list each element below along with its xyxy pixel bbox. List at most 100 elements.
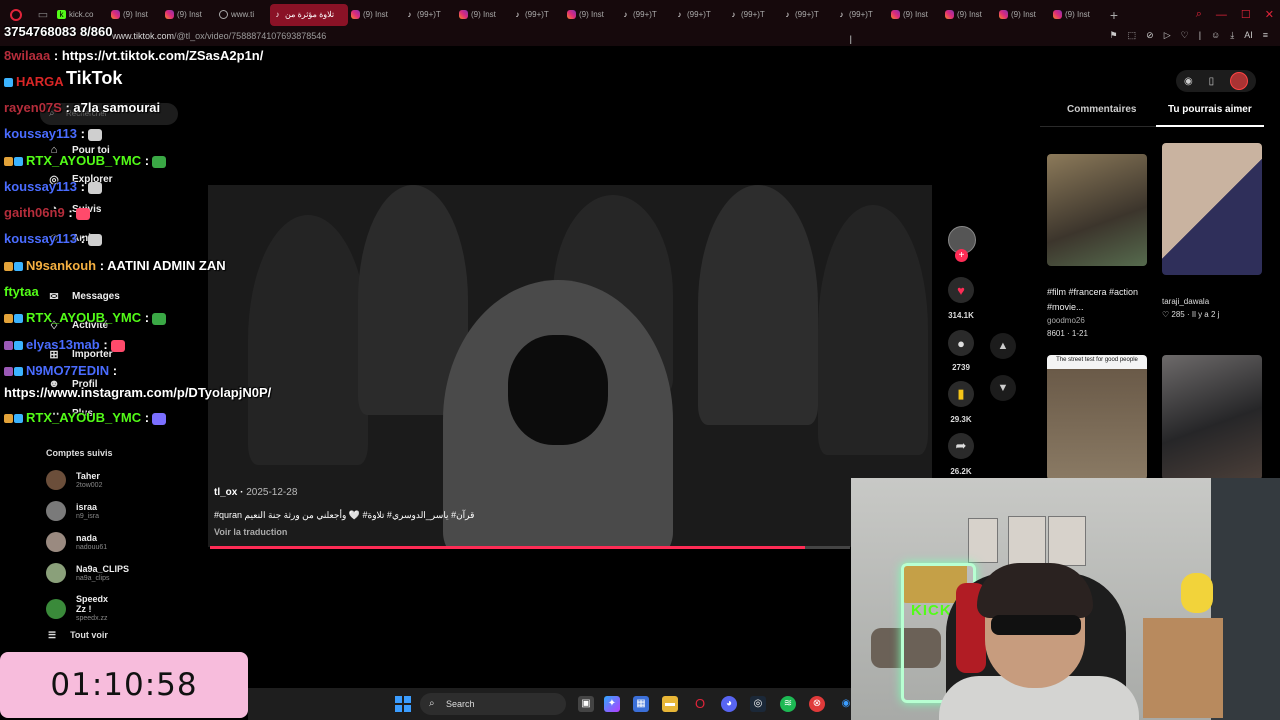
browser-tab[interactable]: ♪ (99+)T <box>618 4 672 26</box>
see-all-button[interactable]: ☰ Tout voir <box>48 630 108 641</box>
instagram-icon <box>1053 10 1062 19</box>
browser-tab[interactable]: ♪ (99+)T <box>834 4 888 26</box>
discord-icon[interactable]: ◕ <box>721 696 737 712</box>
chat-username[interactable]: RTX_AYOUB_YMC <box>26 153 141 168</box>
tab-suggested[interactable]: Tu pourrais aimer <box>1168 104 1252 115</box>
chevron-down-icon[interactable]: ▼ <box>990 375 1016 401</box>
new-tab-button[interactable]: + <box>1104 7 1124 23</box>
tiktok-logo[interactable]: TikTok <box>66 68 122 89</box>
browser-tab[interactable]: (9) Inst <box>108 4 162 26</box>
browser-tab[interactable]: (9) Inst <box>942 4 996 26</box>
recommended-thumbnail[interactable] <box>1162 355 1262 480</box>
spotify-icon[interactable]: ≋ <box>780 696 796 712</box>
comment-icon[interactable]: ● <box>948 330 974 356</box>
coins-icon[interactable]: ◉ <box>1184 76 1193 87</box>
tab-comments[interactable]: Commentaires <box>1067 104 1136 115</box>
steam-icon[interactable]: ◎ <box>750 696 766 712</box>
video-figure <box>698 185 818 425</box>
browser-tab[interactable]: k kick.co <box>54 4 108 26</box>
recommended-title[interactable]: #film #francera #action #movie... <box>1047 285 1143 315</box>
following-account[interactable]: Na9a_CLIPS na9a_clips <box>46 563 129 583</box>
chat-username[interactable]: 8wilaaa <box>4 48 50 63</box>
chat-username[interactable]: HARGA <box>16 74 64 89</box>
copilot-icon[interactable]: ✦ <box>604 696 620 712</box>
snapshot-icon[interactable]: ⬚ <box>1128 30 1137 41</box>
chat-username[interactable]: gaith06n9 <box>4 205 65 220</box>
following-account[interactable]: israa n9_isra <box>46 501 99 521</box>
opera-icon[interactable]: O <box>692 696 708 712</box>
browser-tab[interactable]: (9) Inst <box>456 4 510 26</box>
store-icon[interactable]: ▦ <box>633 696 649 712</box>
browser-tab-label: (99+)T <box>687 10 711 19</box>
chevron-up-icon[interactable]: ▲ <box>990 333 1016 359</box>
file-explorer-icon[interactable]: ▬ <box>662 696 678 712</box>
recommended-thumbnail[interactable] <box>1047 154 1147 266</box>
close-icon[interactable]: ✕ <box>1265 8 1274 21</box>
windows-start-icon[interactable] <box>395 696 411 712</box>
menu-icon[interactable]: ≡ <box>1263 30 1268 41</box>
recommended-author[interactable]: goodmo26 <box>1047 316 1085 325</box>
bookmark-icon[interactable]: ⚑ <box>1110 30 1118 41</box>
task-view-icon[interactable]: ▣ <box>578 696 594 712</box>
search-tabs-icon[interactable]: ⌕ <box>1196 8 1202 21</box>
share-icon[interactable]: ➦ <box>948 433 974 459</box>
device-icon[interactable]: ▯ <box>1209 76 1215 87</box>
my-avatar[interactable] <box>1230 72 1249 90</box>
block-icon[interactable]: ⊘ <box>1146 30 1154 41</box>
minimize-icon[interactable]: — <box>1216 9 1227 21</box>
browser-tab[interactable]: (9) Inst <box>348 4 402 26</box>
recommended-author[interactable]: taraji_dawala <box>1162 297 1209 306</box>
chat-username[interactable]: N9MO77EDIN <box>26 363 109 378</box>
following-account[interactable]: Speedx Zz ! speedx.zz <box>46 594 108 623</box>
taskbar-search[interactable]: ⌕ Search <box>420 693 566 715</box>
browser-tab[interactable]: ♪ (99+)T <box>510 4 564 26</box>
maximize-icon[interactable]: ☐ <box>1241 8 1251 21</box>
chat-username[interactable]: https://www.instagram.com/p/DTyolapjN0P/ <box>4 385 271 400</box>
player-icon[interactable]: ▷ <box>1164 30 1171 41</box>
app-icon[interactable]: ⊗ <box>809 696 825 712</box>
following-account[interactable]: Taher 2tow002 <box>46 470 102 490</box>
recommended-thumbnail[interactable]: The street test for good people <box>1047 355 1147 480</box>
browser-tab[interactable]: ♪ (99+)T <box>402 4 456 26</box>
follow-plus-icon[interactable]: + <box>955 249 968 262</box>
profile-icon[interactable]: ☺ <box>1211 30 1220 41</box>
chat-username[interactable]: ftytaa <box>4 284 39 299</box>
following-handle: nadouu61 <box>76 543 108 551</box>
translate-link[interactable]: Voir la traduction <box>214 527 287 537</box>
browser-tab[interactable]: ♪ (99+)T <box>726 4 780 26</box>
video-author[interactable]: tl_ox · 2025-12-28 <box>214 487 297 498</box>
browser-tab[interactable]: www.ti <box>216 4 270 26</box>
like-icon[interactable]: ♥ <box>948 277 974 303</box>
sidebar-item-messages[interactable]: ✉ Messages <box>46 290 119 303</box>
stream-timer: 01:10:58 <box>0 652 248 718</box>
address-bar[interactable]: www.tiktok.com/@tl_ox/video/758887410769… <box>0 29 1280 46</box>
browser-tab[interactable]: (9) Inst <box>564 4 618 26</box>
chat-username[interactable]: 3754768083 <box>4 24 76 39</box>
chat-badge-icon <box>4 367 13 377</box>
browser-tab[interactable]: (9) Inst <box>888 4 942 26</box>
chat-username[interactable]: rayen07S <box>4 100 62 115</box>
chat-username[interactable]: koussay113 <box>4 126 77 141</box>
ai-button[interactable]: AI <box>1244 30 1253 41</box>
browser-tab[interactable]: (9) Inst <box>1050 4 1104 26</box>
chat-username[interactable]: koussay113 <box>4 231 77 246</box>
browser-tab[interactable]: ♪ تلاوة مؤثرة من <box>270 3 348 26</box>
browser-tab[interactable]: (9) Inst <box>162 4 216 26</box>
browser-tab[interactable]: (9) Inst <box>996 4 1050 26</box>
chrome-icon[interactable]: ◉ <box>838 696 854 712</box>
url-field[interactable]: www.tiktok.com/@tl_ox/video/758887410769… <box>112 31 326 41</box>
chat-username[interactable]: N9sankouh <box>26 258 96 273</box>
heart-icon[interactable]: ♡ <box>1181 30 1189 41</box>
video-progress-bar[interactable] <box>210 546 850 549</box>
download-icon[interactable]: ⤓ <box>1230 30 1234 41</box>
recommended-thumbnail[interactable] <box>1162 143 1262 275</box>
following-account[interactable]: nada nadouu61 <box>46 532 107 552</box>
chat-username[interactable]: elyas13mab <box>26 337 100 352</box>
chat-username[interactable]: koussay113 <box>4 179 77 194</box>
video-player[interactable] <box>208 185 932 547</box>
browser-tab[interactable]: ♪ (99+)T <box>672 4 726 26</box>
bookmark-icon[interactable]: ▮ <box>948 381 974 407</box>
chat-username[interactable]: RTX_AYOUB_YMC <box>26 410 141 425</box>
chat-username[interactable]: RTX_AYOUB_YMC <box>26 310 141 325</box>
browser-tab[interactable]: ♪ (99+)T <box>780 4 834 26</box>
